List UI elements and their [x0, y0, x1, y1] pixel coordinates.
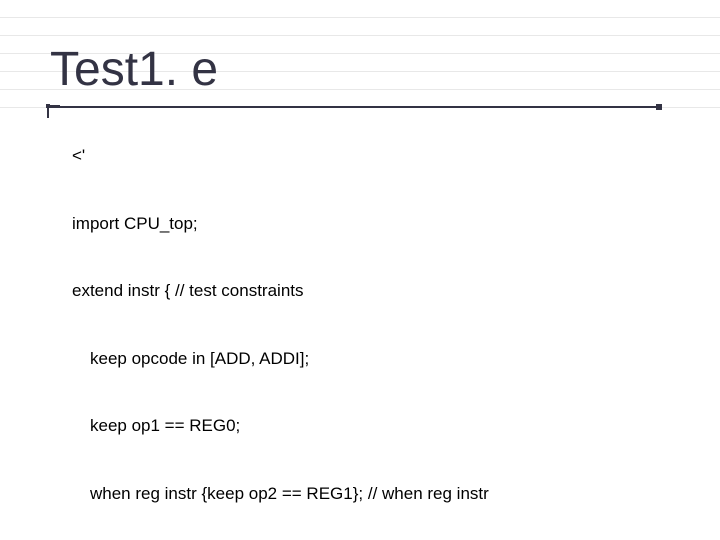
code-line: <' [72, 145, 690, 168]
code-line: extend instr { // test constraints [72, 280, 690, 303]
slide-title: Test1. e [50, 42, 218, 97]
code-line: when reg instr {keep op2 == REG1}; // wh… [72, 483, 690, 506]
corner-ornament-icon [46, 104, 60, 118]
code-line: keep op1 == REG0; [72, 415, 690, 438]
code-line: keep opcode in [ADD, ADDI]; [72, 348, 690, 371]
code-line: import CPU_top; [72, 213, 690, 236]
slide: Test1. e <' import CPU_top; extend instr… [0, 0, 720, 540]
code-block: <' import CPU_top; extend instr { // tes… [72, 100, 690, 540]
